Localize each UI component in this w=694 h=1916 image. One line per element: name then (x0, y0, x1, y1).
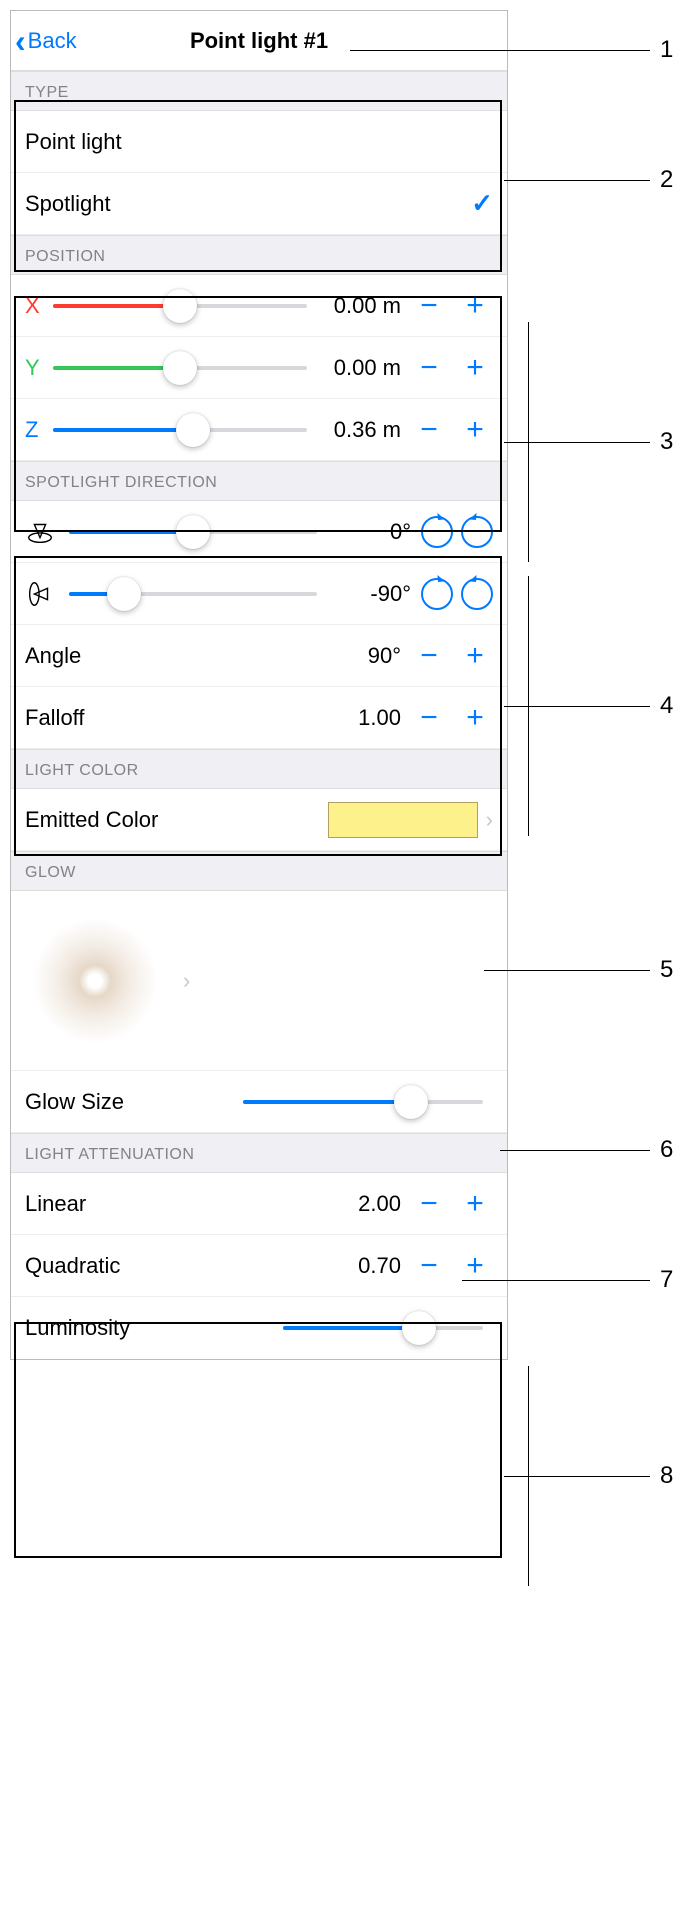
attenuation-quadratic-row: Quadratic 0.70 − + (11, 1235, 507, 1297)
rotate-ccw-button[interactable] (461, 578, 493, 610)
luminosity-slider[interactable] (283, 1326, 483, 1330)
plus-button[interactable]: + (457, 288, 493, 324)
emitted-color-row[interactable]: Emitted Color › (11, 789, 507, 851)
spot-falloff-row: Falloff 1.00 − + (11, 687, 507, 749)
position-x-value: 0.00 m (317, 293, 401, 319)
plus-button[interactable]: + (457, 350, 493, 386)
section-header-position: POSITION (11, 235, 507, 275)
position-x-slider[interactable] (53, 304, 307, 308)
attenuation-linear-label: Linear (25, 1191, 86, 1217)
axis-y-label: Y (25, 355, 43, 381)
rotate-cw-button[interactable] (421, 578, 453, 610)
attenuation-luminosity-label: Luminosity (25, 1315, 130, 1341)
section-header-type: TYPE (11, 71, 507, 111)
spot-elevation-value: -90° (327, 581, 411, 607)
type-option-point-light[interactable]: Point light (11, 111, 507, 173)
spot-angle-label: Angle (25, 643, 81, 669)
callout-number: 7 (660, 1266, 673, 1294)
glow-size-label: Glow Size (25, 1089, 124, 1115)
chevron-left-icon: ‹ (15, 25, 26, 57)
callout-number: 1 (660, 36, 673, 64)
callout-number: 8 (660, 1462, 673, 1490)
chevron-right-icon: › (183, 968, 190, 994)
minus-button[interactable]: − (411, 412, 447, 448)
section-header-glow: GLOW (11, 851, 507, 891)
back-button[interactable]: ‹ Back (11, 25, 77, 57)
spot-falloff-value: 1.00 (317, 705, 401, 731)
axis-x-label: X (25, 293, 43, 319)
plus-button[interactable]: + (457, 700, 493, 736)
position-z-value: 0.36 m (317, 417, 401, 443)
spot-azimuth-slider[interactable] (69, 530, 317, 534)
attenuation-luminosity-row: Luminosity (11, 1297, 507, 1359)
rotate-horizontal-icon (25, 517, 55, 547)
spot-falloff-label: Falloff (25, 705, 85, 731)
callout-number: 3 (660, 428, 673, 456)
position-z-row: Z 0.36 m − + (11, 399, 507, 461)
minus-button[interactable]: − (411, 288, 447, 324)
spot-angle-row: Angle 90° − + (11, 625, 507, 687)
attenuation-linear-value: 2.00 (317, 1191, 401, 1217)
checkmark-icon: ✓ (471, 188, 493, 219)
spot-angle-value: 90° (317, 643, 401, 669)
nav-bar: ‹ Back Point light #1 (11, 11, 507, 71)
emitted-color-swatch (328, 802, 478, 838)
type-option-label: Point light (25, 129, 122, 155)
position-z-slider[interactable] (53, 428, 307, 432)
glow-size-slider[interactable] (243, 1100, 483, 1104)
callout-number: 2 (660, 166, 673, 194)
plus-button[interactable]: + (457, 1248, 493, 1284)
position-y-value: 0.00 m (317, 355, 401, 381)
back-label: Back (28, 28, 77, 54)
minus-button[interactable]: − (411, 350, 447, 386)
spot-azimuth-value: 0° (327, 519, 411, 545)
spot-azimuth-row: 0° (11, 501, 507, 563)
position-x-row: X 0.00 m − + (11, 275, 507, 337)
section-header-spotlight-direction: SPOTLIGHT DIRECTION (11, 461, 507, 501)
plus-button[interactable]: + (457, 638, 493, 674)
type-option-label: Spotlight (25, 191, 111, 217)
minus-button[interactable]: − (411, 1248, 447, 1284)
spot-elevation-row: -90° (11, 563, 507, 625)
section-header-light-attenuation: LIGHT ATTENUATION (11, 1133, 507, 1173)
minus-button[interactable]: − (411, 638, 447, 674)
callout-number: 4 (660, 692, 673, 720)
position-y-row: Y 0.00 m − + (11, 337, 507, 399)
rotate-ccw-button[interactable] (461, 516, 493, 548)
spot-elevation-slider[interactable] (69, 592, 317, 596)
light-settings-panel: ‹ Back Point light #1 TYPE Point light S… (10, 10, 508, 1360)
attenuation-quadratic-value: 0.70 (317, 1253, 401, 1279)
type-option-spotlight[interactable]: Spotlight ✓ (11, 173, 507, 235)
glow-preview-icon (15, 901, 175, 1061)
glow-preview-row[interactable]: › (11, 891, 507, 1071)
axis-z-label: Z (25, 417, 43, 443)
minus-button[interactable]: − (411, 700, 447, 736)
position-y-slider[interactable] (53, 366, 307, 370)
callout-number: 5 (660, 956, 673, 984)
glow-size-row: Glow Size (11, 1071, 507, 1133)
plus-button[interactable]: + (457, 412, 493, 448)
section-header-light-color: LIGHT COLOR (11, 749, 507, 789)
attenuation-linear-row: Linear 2.00 − + (11, 1173, 507, 1235)
minus-button[interactable]: − (411, 1186, 447, 1222)
attenuation-quadratic-label: Quadratic (25, 1253, 120, 1279)
chevron-right-icon: › (486, 807, 493, 833)
rotate-cw-button[interactable] (421, 516, 453, 548)
rotate-vertical-icon (25, 579, 55, 609)
plus-button[interactable]: + (457, 1186, 493, 1222)
emitted-color-label: Emitted Color (25, 807, 158, 833)
callout-number: 6 (660, 1136, 673, 1164)
